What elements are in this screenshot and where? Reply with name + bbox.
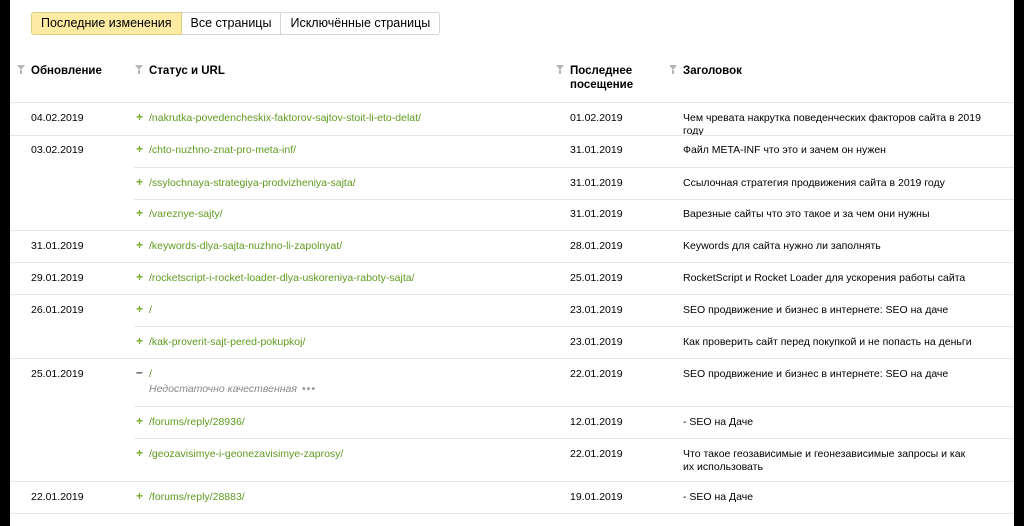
row-last-visit: 22.01.2019 — [570, 368, 623, 380]
row-last-visit: 23.01.2019 — [570, 336, 623, 348]
row-date: 26.01.2019 — [31, 304, 84, 316]
row-page-title: Что такое геозависимые и геонезависимые … — [683, 448, 966, 473]
row-last-visit: 01.02.2019 — [570, 112, 623, 124]
status-added-icon: + — [136, 142, 144, 156]
row-date: 03.02.2019 — [31, 144, 84, 156]
row-divider — [134, 438, 1014, 439]
row-page-title: SEO продвижение и бизнес в интернете: SE… — [683, 304, 949, 316]
row-url-link[interactable]: /forums/reply/28883/ — [149, 491, 245, 504]
row-divider — [10, 230, 1014, 231]
row-date: 29.01.2019 — [31, 272, 84, 284]
row-last-visit: 12.01.2019 — [570, 416, 623, 428]
row-page-title: Keywords для сайта нужно ли заполнять — [683, 240, 881, 252]
column-header-last-visit-label: Последнее посещение — [570, 65, 634, 91]
row-url-link[interactable]: /keywords-dlya-sajta-nuzhno-li-zapolnyat… — [149, 240, 342, 253]
filter-icon[interactable] — [135, 65, 143, 75]
row-divider — [10, 294, 1014, 295]
status-added-icon: + — [136, 446, 144, 460]
row-url-link[interactable]: /vareznye-sajty/ — [149, 208, 223, 221]
row-last-visit: 19.01.2019 — [570, 491, 623, 503]
row-divider — [134, 199, 1014, 200]
row-url-link[interactable]: /nakrutka-povedencheskix-faktorov-sajtov… — [149, 112, 421, 125]
column-header-title[interactable]: Заголовок — [669, 64, 742, 78]
column-header-status-url-label: Статус и URL — [149, 65, 225, 77]
row-url-link[interactable]: /rocketscript-i-rocket-loader-dlya-uskor… — [149, 272, 415, 285]
row-url-link[interactable]: /geozavisimye-i-geonezavisimye-zaprosy/ — [149, 448, 343, 461]
row-url-link[interactable]: /kak-proverit-sajt-pered-pokupkoj/ — [149, 336, 305, 349]
row-page-title: - SEO на Даче — [683, 491, 754, 503]
status-added-icon: + — [136, 238, 144, 252]
status-added-icon: + — [136, 110, 144, 124]
row-url-link[interactable]: /chto-nuzhno-znat-pro-meta-inf/ — [149, 144, 296, 157]
status-added-icon: + — [136, 206, 144, 220]
row-url-link[interactable]: /ssylochnaya-strategiya-prodvizheniya-sa… — [149, 177, 356, 190]
row-divider — [134, 167, 1014, 168]
row-page-title: Как проверить сайт перед покупкой и не п… — [683, 336, 972, 348]
row-page-title: Ссылочная стратегия продвижения сайта в … — [683, 177, 945, 189]
column-header-title-label: Заголовок — [683, 65, 742, 77]
status-added-icon: + — [136, 270, 144, 284]
row-divider — [10, 262, 1014, 263]
row-divider — [10, 481, 1014, 482]
row-divider — [134, 326, 1014, 327]
column-header-last-visit[interactable]: Последнее посещение — [556, 64, 650, 92]
filter-icon[interactable] — [669, 65, 677, 75]
row-divider — [134, 406, 1014, 407]
row-last-visit: 31.01.2019 — [570, 177, 623, 189]
column-header-updated-label: Обновление — [31, 65, 102, 77]
page: Последние изменения Все страницы Исключё… — [10, 0, 1014, 526]
row-url-link[interactable]: /forums/reply/28936/ — [149, 416, 245, 429]
row-last-visit: 31.01.2019 — [570, 208, 623, 220]
row-date: 31.01.2019 — [31, 240, 84, 252]
row-last-visit: 23.01.2019 — [570, 304, 623, 316]
row-page-title: Файл META-INF что это и зачем он нужен — [683, 144, 886, 156]
exclusion-reason: Недостаточно качественная ••• — [149, 383, 316, 396]
filter-icon[interactable] — [17, 65, 25, 75]
tab-excluded-pages[interactable]: Исключённые страницы — [280, 12, 441, 35]
row-url-link[interactable]: / — [149, 304, 152, 317]
status-added-icon: + — [136, 334, 144, 348]
status-added-icon: + — [136, 175, 144, 189]
status-added-icon: + — [136, 302, 144, 316]
more-icon[interactable]: ••• — [302, 383, 316, 395]
status-removed-icon: – — [136, 365, 143, 379]
column-header-status-url[interactable]: Статус и URL — [135, 64, 225, 78]
row-last-visit: 25.01.2019 — [570, 272, 623, 284]
row-url-link[interactable]: / — [149, 368, 152, 381]
tab-recent-changes[interactable]: Последние изменения — [31, 12, 182, 35]
row-date: 25.01.2019 — [31, 368, 84, 380]
row-page-title: RocketScript и Rocket Loader для ускорен… — [683, 272, 966, 284]
status-added-icon: + — [136, 414, 144, 428]
tab-all-pages[interactable]: Все страницы — [180, 12, 282, 35]
row-date: 04.02.2019 — [31, 112, 84, 124]
exclusion-reason-text: Недостаточно качественная — [149, 383, 297, 395]
row-date: 22.01.2019 — [31, 491, 84, 503]
status-added-icon: + — [136, 489, 144, 503]
row-last-visit: 31.01.2019 — [570, 144, 623, 156]
row-page-title: - SEO на Даче — [683, 416, 754, 428]
column-header-updated[interactable]: Обновление — [17, 64, 102, 78]
row-divider — [10, 513, 1014, 514]
row-last-visit: 22.01.2019 — [570, 448, 623, 460]
header-divider — [10, 102, 1014, 103]
row-divider — [10, 358, 1014, 359]
row-page-title: Варезные сайты что это такое и за чем он… — [683, 208, 930, 220]
filter-icon[interactable] — [556, 65, 564, 75]
view-tabs: Последние изменения Все страницы Исключё… — [31, 12, 441, 35]
row-divider — [10, 135, 1014, 136]
row-last-visit: 28.01.2019 — [570, 240, 623, 252]
row-page-title: SEO продвижение и бизнес в интернете: SE… — [683, 368, 949, 380]
